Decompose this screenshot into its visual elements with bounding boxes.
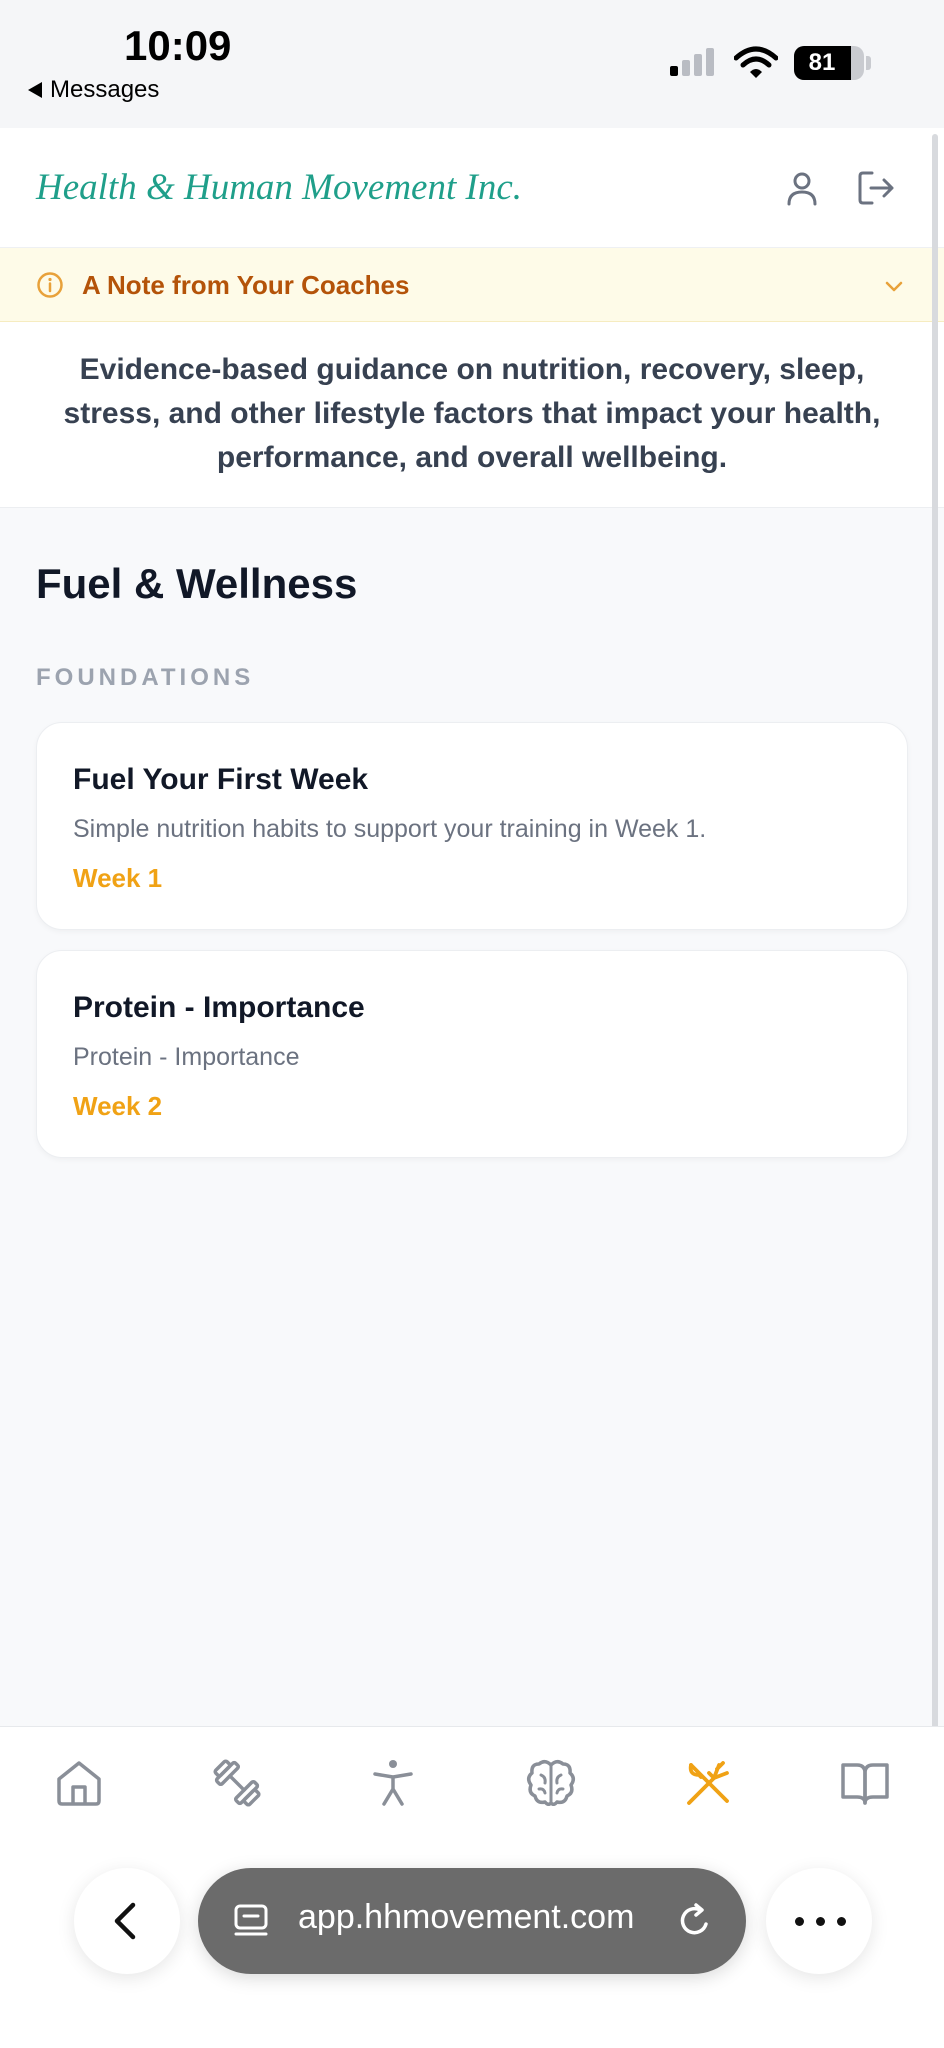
nav-library[interactable] <box>837 1755 893 1811</box>
dumbbell-icon <box>213 1759 261 1807</box>
app-screen: 10:09 Messages 81 Health & Human Movemen… <box>0 0 944 2048</box>
home-icon <box>57 1761 101 1806</box>
coach-note-banner[interactable]: A Note from Your Coaches <box>0 248 944 322</box>
battery-nub <box>866 56 871 70</box>
chevron-down-icon[interactable] <box>882 274 906 298</box>
ellipsis-icon <box>795 1917 846 1926</box>
back-arrow-icon <box>28 82 42 98</box>
intro-section: Evidence-based guidance on nutrition, re… <box>0 322 944 508</box>
nav-mobility[interactable] <box>365 1755 421 1811</box>
battery-percent: 81 <box>808 49 836 76</box>
battery-icon: 81 <box>794 46 864 80</box>
card-description: Simple nutrition habits to support your … <box>73 815 707 843</box>
card-title: Fuel Your First Week <box>73 763 369 796</box>
status-bar: 10:09 Messages 81 <box>0 0 944 128</box>
brain-icon <box>527 1760 575 1807</box>
logout-icon[interactable] <box>856 168 896 208</box>
chevron-left-icon <box>114 1902 136 1940</box>
person-icon <box>373 1760 413 1806</box>
address-bar[interactable]: app.hhmovement.com <box>198 1868 746 1974</box>
nav-nutrition[interactable] <box>681 1755 737 1811</box>
nav-mindset[interactable] <box>523 1755 579 1811</box>
coach-note-label: A Note from Your Coaches <box>82 270 410 300</box>
back-app-label: Messages <box>50 76 160 103</box>
info-icon <box>37 272 63 298</box>
cellular-signal-icon <box>670 48 714 76</box>
page-title: Fuel & Wellness <box>36 560 358 607</box>
lesson-card-fuel-your-first-week[interactable]: Fuel Your First Week Simple nutrition ha… <box>36 722 908 930</box>
nav-training[interactable] <box>209 1755 265 1811</box>
reload-icon[interactable] <box>676 1902 714 1940</box>
card-title: Protein - Importance <box>73 991 365 1024</box>
back-to-messages-link[interactable]: Messages <box>28 76 159 104</box>
fork-knife-icon <box>687 1761 729 1805</box>
card-week-tag: Week 1 <box>73 863 163 893</box>
status-time: 10:09 <box>124 22 232 69</box>
app-header: Health & Human Movement Inc. <box>0 128 944 248</box>
scrollbar[interactable] <box>932 134 938 1846</box>
lesson-card-protein-importance[interactable]: Protein - Importance Protein - Importanc… <box>36 950 908 1158</box>
group-label: FOUNDATIONS <box>36 664 255 691</box>
brand-title[interactable]: Health & Human Movement Inc. <box>36 166 522 209</box>
card-week-tag: Week 2 <box>73 1091 163 1121</box>
more-options-button[interactable] <box>766 1868 872 1974</box>
book-icon <box>841 1763 889 1805</box>
nav-home[interactable] <box>51 1755 107 1811</box>
url-text: app.hhmovement.com <box>298 1898 635 1936</box>
user-icon[interactable] <box>782 168 822 208</box>
tabs-icon[interactable] <box>232 1902 270 1940</box>
browser-back-button[interactable] <box>74 1868 180 1974</box>
intro-text: Evidence-based guidance on nutrition, re… <box>63 353 881 474</box>
wifi-icon <box>734 46 778 78</box>
card-description: Protein - Importance <box>73 1043 300 1071</box>
